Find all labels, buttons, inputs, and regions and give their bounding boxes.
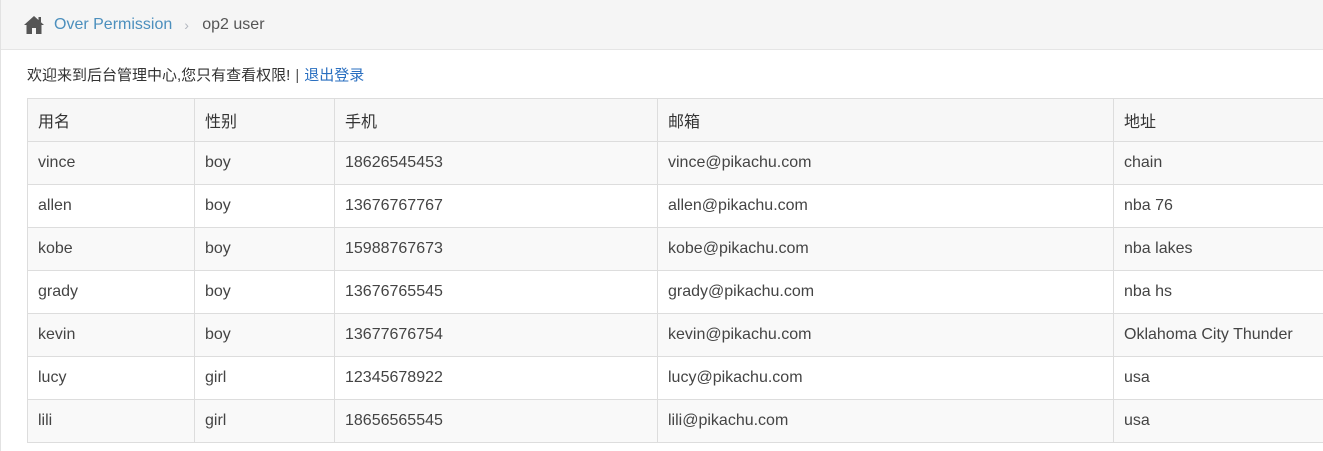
header-username: 用名 <box>27 98 195 142</box>
header-gender: 性别 <box>194 98 335 142</box>
breadcrumb: Over Permission › op2 user <box>1 0 1323 50</box>
cell-gender: girl <box>194 356 335 400</box>
cell-address: Oklahoma City Thunder <box>1113 313 1323 357</box>
table-row: grady boy 13676765545 grady@pikachu.com nba … <box>27 270 1323 314</box>
table-row: vince boy 18626545453 vince@pikachu.com chai… <box>27 141 1323 185</box>
cell-email: allen@pikachu.com <box>657 184 1114 228</box>
breadcrumb-separator: › <box>184 16 189 33</box>
cell-address: usa <box>1113 356 1323 400</box>
cell-username: lucy <box>27 356 195 400</box>
table-row: kobe boy 15988767673 kobe@pikachu.com nba la… <box>27 227 1323 271</box>
table-header-row: 用名 性别 手机 邮箱 地址 <box>27 98 1323 142</box>
welcome-message: 欢迎来到后台管理中心,您只有查看权限! <box>27 67 291 84</box>
cell-phone: 18626545453 <box>334 141 658 185</box>
cell-address: nba hs <box>1113 270 1323 314</box>
cell-gender: boy <box>194 184 335 228</box>
cell-email: kevin@pikachu.com <box>657 313 1114 357</box>
table-body: vince boy 18626545453 vince@pikachu.com chai… <box>27 141 1323 443</box>
welcome-separator: | <box>295 67 300 84</box>
cell-email: grady@pikachu.com <box>657 270 1114 314</box>
header-phone: 手机 <box>334 98 658 142</box>
cell-phone: 18656565545 <box>334 399 658 443</box>
cell-phone: 13676765545 <box>334 270 658 314</box>
cell-gender: boy <box>194 270 335 314</box>
breadcrumb-current: op2 user <box>202 15 265 33</box>
header-email: 邮箱 <box>657 98 1114 142</box>
header-address: 地址 <box>1113 98 1323 142</box>
cell-phone: 12345678922 <box>334 356 658 400</box>
cell-email: kobe@pikachu.com <box>657 227 1114 271</box>
cell-address: nba 76 <box>1113 184 1323 228</box>
cell-gender: boy <box>194 141 335 185</box>
cell-username: lili <box>27 399 195 443</box>
cell-phone: 13677676754 <box>334 313 658 357</box>
cell-email: vince@pikachu.com <box>657 141 1114 185</box>
cell-gender: girl <box>194 399 335 443</box>
welcome-bar: 欢迎来到后台管理中心,您只有查看权限! | 退出登录 <box>27 64 364 85</box>
home-icon[interactable] <box>23 15 45 35</box>
cell-username: vince <box>27 141 195 185</box>
cell-gender: boy <box>194 313 335 357</box>
logout-link[interactable]: 退出登录 <box>304 67 364 84</box>
cell-email: lucy@pikachu.com <box>657 356 1114 400</box>
cell-gender: boy <box>194 227 335 271</box>
cell-phone: 13676767767 <box>334 184 658 228</box>
cell-phone: 15988767673 <box>334 227 658 271</box>
table-row: kevin boy 13677676754 kevin@pikachu.com Okla… <box>27 313 1323 357</box>
cell-address: chain <box>1113 141 1323 185</box>
table-row: lucy girl 12345678922 lucy@pikachu.com usa <box>27 356 1323 400</box>
cell-username: allen <box>27 184 195 228</box>
cell-email: lili@pikachu.com <box>657 399 1114 443</box>
breadcrumb-link-over-permission[interactable]: Over Permission <box>54 16 172 34</box>
page: Over Permission › op2 user 欢迎来到后台管理中心,您只… <box>0 0 1323 451</box>
user-table: 用名 性别 手机 邮箱 地址 vince boy 18626545453 vince@… <box>27 98 1323 443</box>
cell-username: kobe <box>27 227 195 271</box>
table-row: lili girl 18656565545 lili@pikachu.com usa <box>27 399 1323 443</box>
cell-username: grady <box>27 270 195 314</box>
cell-address: usa <box>1113 399 1323 443</box>
cell-address: nba lakes <box>1113 227 1323 271</box>
cell-username: kevin <box>27 313 195 357</box>
table-row: allen boy 13676767767 allen@pikachu.com nba … <box>27 184 1323 228</box>
